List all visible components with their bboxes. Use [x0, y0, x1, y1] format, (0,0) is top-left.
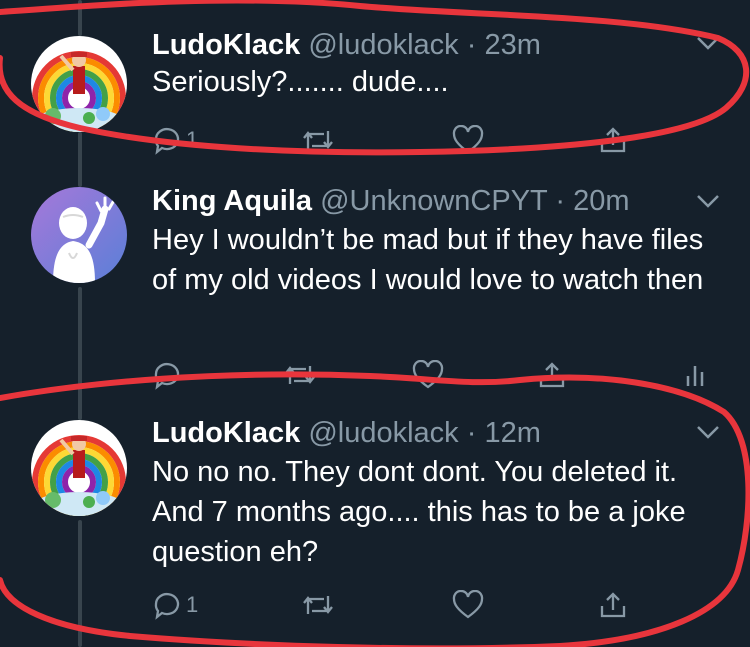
- timestamp[interactable]: 20m: [573, 185, 629, 217]
- reply-button[interactable]: 1: [152, 120, 198, 160]
- timestamp[interactable]: 23m: [484, 29, 540, 61]
- action-bar: 1: [152, 120, 672, 160]
- reply-icon: [154, 127, 180, 155]
- tweet-header: LudoKlack @ludoklack · 12m: [152, 416, 541, 450]
- tweet-header: King Aquila @UnknownCPYT · 20m: [152, 184, 629, 218]
- reply-icon: [154, 592, 180, 620]
- separator: ·: [466, 417, 477, 449]
- avatar[interactable]: [31, 420, 127, 516]
- rainbow-avatar-icon: [31, 36, 127, 132]
- display-name[interactable]: LudoKlack: [152, 417, 300, 449]
- separator: ·: [555, 185, 565, 217]
- display-name[interactable]: LudoKlack: [152, 29, 300, 61]
- like-button[interactable]: [412, 355, 444, 395]
- handle[interactable]: @UnknownCPYT: [320, 185, 547, 217]
- reply-button[interactable]: 1: [152, 585, 198, 625]
- share-icon: [600, 127, 626, 153]
- action-bar: 1: [152, 585, 672, 625]
- handle[interactable]: @ludoklack: [308, 417, 458, 449]
- handle[interactable]: @ludoklack: [308, 29, 458, 61]
- retweet-icon: [303, 596, 333, 614]
- reply-button[interactable]: [152, 355, 186, 395]
- retweet-button[interactable]: [300, 585, 336, 625]
- share-icon: [539, 362, 565, 388]
- analytics-button[interactable]: [682, 355, 710, 395]
- retweet-button[interactable]: [282, 355, 318, 395]
- like-button[interactable]: [452, 120, 484, 160]
- action-bar: [152, 355, 722, 395]
- like-button[interactable]: [452, 585, 484, 625]
- retweet-icon: [285, 366, 315, 384]
- share-button[interactable]: [598, 585, 628, 625]
- reply-icon: [154, 362, 180, 390]
- retweet-icon: [303, 131, 333, 149]
- tweet[interactable]: King Aquila @UnknownCPYT · 20m Hey I wou…: [0, 170, 750, 400]
- share-button[interactable]: [598, 120, 628, 160]
- tweet-text: Hey I wouldn’t be mad but if they have f…: [152, 224, 704, 296]
- waving-character-avatar-icon: [31, 187, 127, 283]
- rainbow-avatar-icon: [31, 420, 127, 516]
- analytics-icon: [686, 366, 704, 386]
- heart-icon: [452, 125, 484, 154]
- heart-icon: [412, 360, 444, 389]
- separator: ·: [466, 29, 477, 61]
- display-name[interactable]: King Aquila: [152, 185, 312, 217]
- tweet[interactable]: LudoKlack @ludoklack · 23m Seriously?...…: [0, 0, 750, 170]
- tweet-header: LudoKlack @ludoklack · 23m: [152, 28, 541, 62]
- tweet[interactable]: LudoKlack @ludoklack · 12m No no no. The…: [0, 400, 750, 647]
- retweet-button[interactable]: [300, 120, 336, 160]
- avatar[interactable]: [31, 187, 127, 283]
- chevron-down-icon[interactable]: [694, 33, 722, 53]
- tweet-text: No no no. They dont dont. You deleted it…: [152, 456, 686, 568]
- tweet-text: Seriously?....... dude....: [152, 66, 449, 98]
- reply-count: 1: [186, 127, 199, 152]
- reply-count: 1: [186, 592, 199, 617]
- chevron-down-icon[interactable]: [694, 191, 722, 211]
- avatar[interactable]: [31, 36, 127, 132]
- share-button[interactable]: [537, 355, 567, 395]
- timestamp[interactable]: 12m: [484, 417, 540, 449]
- heart-icon: [452, 590, 484, 619]
- chevron-down-icon[interactable]: [694, 422, 722, 442]
- share-icon: [600, 592, 626, 618]
